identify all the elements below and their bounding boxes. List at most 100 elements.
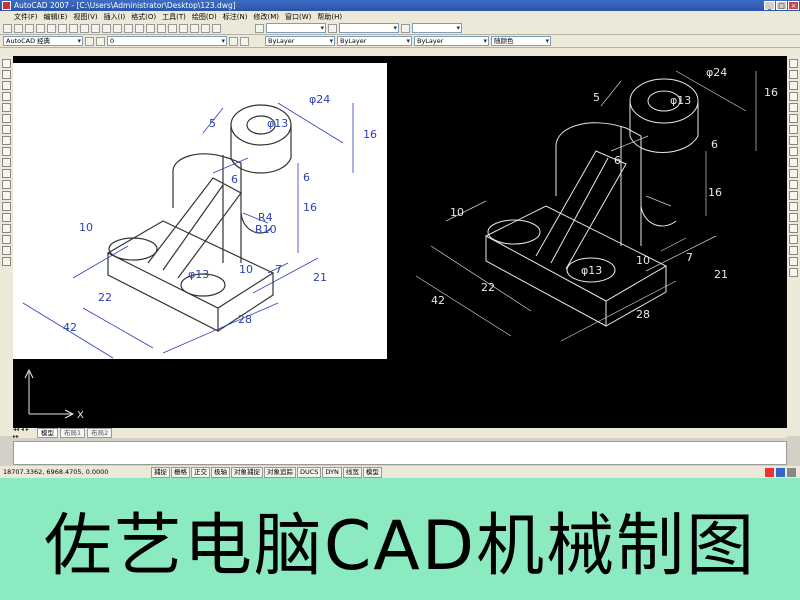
linetype-select[interactable]: ByLayer (337, 36, 412, 46)
dim-radius-icon[interactable] (789, 257, 798, 266)
workspace-select[interactable]: AutoCAD 经典 (3, 36, 83, 46)
open-icon[interactable] (14, 23, 23, 33)
menu-tools[interactable]: 工具(T) (162, 12, 186, 22)
minimize-button[interactable]: _ (764, 1, 775, 10)
tab-layout2[interactable]: 布局2 (87, 428, 113, 438)
settings-icon[interactable] (787, 467, 796, 477)
preview-icon[interactable] (47, 23, 56, 33)
construction-line-icon[interactable] (2, 70, 11, 79)
array-icon[interactable] (789, 103, 798, 112)
arc-icon[interactable] (2, 114, 11, 123)
polygon-icon[interactable] (2, 92, 11, 101)
zoom-realtime-icon[interactable] (146, 23, 155, 33)
table-style-icon[interactable] (401, 23, 410, 33)
zoom-previous-icon[interactable] (168, 23, 177, 33)
match-properties-icon[interactable] (102, 23, 111, 33)
menu-draw[interactable]: 绘图(D) (192, 12, 217, 22)
text-style-select[interactable] (266, 23, 326, 33)
otrack-toggle[interactable]: 对象追踪 (264, 466, 296, 478)
layer-select[interactable]: 0 (107, 36, 227, 46)
model-toggle[interactable]: 模型 (362, 466, 382, 478)
pan-icon[interactable] (135, 23, 144, 33)
properties-icon[interactable] (179, 23, 188, 33)
tool-palette-icon[interactable] (201, 23, 210, 33)
erase-icon[interactable] (789, 59, 798, 68)
explode-icon[interactable] (789, 224, 798, 233)
region-icon[interactable] (2, 235, 11, 244)
spline-icon[interactable] (2, 147, 11, 156)
dim-style-select[interactable] (339, 23, 399, 33)
cut-icon[interactable] (69, 23, 78, 33)
lineweight-select[interactable]: ByLayer (414, 36, 489, 46)
table-style-select[interactable] (412, 23, 462, 33)
rotate-icon[interactable] (789, 125, 798, 134)
paste-icon[interactable] (91, 23, 100, 33)
menu-dimension[interactable]: 标注(N) (223, 12, 248, 22)
menu-view[interactable]: 视图(V) (73, 12, 97, 22)
dim-linear-icon[interactable] (789, 235, 798, 244)
maximize-button[interactable]: □ (776, 1, 787, 10)
ime-icon[interactable] (765, 467, 774, 477)
ducs-toggle[interactable]: DUCS (297, 466, 322, 478)
tray-icon[interactable] (776, 467, 785, 477)
stretch-icon[interactable] (789, 147, 798, 156)
circle-icon[interactable] (2, 125, 11, 134)
polyline-icon[interactable] (2, 81, 11, 90)
menu-file[interactable]: 文件(F) (14, 12, 38, 22)
workspace-settings-icon[interactable] (85, 36, 94, 46)
chamfer-icon[interactable] (789, 202, 798, 211)
menu-insert[interactable]: 插入(I) (104, 12, 126, 22)
line-icon[interactable] (2, 59, 11, 68)
save-icon[interactable] (25, 23, 34, 33)
lineweight-toggle[interactable]: 线宽 (342, 466, 362, 478)
menu-modify[interactable]: 修改(M) (253, 12, 279, 22)
undo-icon[interactable] (113, 23, 122, 33)
ellipse-icon[interactable] (2, 158, 11, 167)
design-center-icon[interactable] (190, 23, 199, 33)
move-icon[interactable] (789, 114, 798, 123)
dyn-toggle[interactable]: DYN (322, 466, 342, 478)
rectangle-icon[interactable] (2, 103, 11, 112)
horizontal-scrollbar[interactable] (393, 428, 787, 438)
ortho-toggle[interactable]: 正交 (191, 466, 210, 478)
grid-toggle[interactable]: 栅格 (171, 466, 190, 478)
osnap-toggle[interactable]: 对象捕捉 (231, 466, 263, 478)
mirror-icon[interactable] (789, 81, 798, 90)
layer-previous-icon[interactable] (240, 36, 249, 46)
break-icon[interactable] (789, 180, 798, 189)
help-icon[interactable] (212, 23, 221, 33)
tab-layout1[interactable]: 布局1 (60, 428, 86, 438)
copy-object-icon[interactable] (789, 70, 798, 79)
hatch-icon[interactable] (2, 213, 11, 222)
new-icon[interactable] (3, 23, 12, 33)
make-current-icon[interactable] (229, 36, 238, 46)
mtext-icon[interactable] (2, 257, 11, 266)
dim-diameter-icon[interactable] (789, 268, 798, 277)
zoom-window-icon[interactable] (157, 23, 166, 33)
drawing-canvas[interactable]: φ24 φ13 5 16 6 6 16 R4 R10 10 22 42 φ13 … (13, 56, 787, 428)
scale-icon[interactable] (789, 136, 798, 145)
menu-help[interactable]: 帮助(H) (317, 12, 342, 22)
menu-edit[interactable]: 编辑(E) (44, 12, 68, 22)
fillet-icon[interactable] (789, 213, 798, 222)
color-select[interactable]: ByLayer (265, 36, 335, 46)
plotstyle-select[interactable]: 随颜色 (491, 36, 551, 46)
print-icon[interactable] (36, 23, 45, 33)
layer-manager-icon[interactable] (96, 36, 105, 46)
gradient-icon[interactable] (2, 224, 11, 233)
ellipse-arc-icon[interactable] (2, 169, 11, 178)
menu-format[interactable]: 格式(O) (131, 12, 156, 22)
tab-model[interactable]: 模型 (37, 428, 58, 438)
snap-toggle[interactable]: 捕捉 (151, 466, 170, 478)
command-line[interactable] (13, 441, 787, 465)
join-icon[interactable] (789, 191, 798, 200)
offset-icon[interactable] (789, 92, 798, 101)
text-style-icon[interactable] (255, 23, 264, 33)
dim-style-icon[interactable] (328, 23, 337, 33)
table-icon[interactable] (2, 246, 11, 255)
trim-icon[interactable] (789, 158, 798, 167)
dim-aligned-icon[interactable] (789, 246, 798, 255)
polar-toggle[interactable]: 极轴 (211, 466, 230, 478)
insert-block-icon[interactable] (2, 180, 11, 189)
make-block-icon[interactable] (2, 191, 11, 200)
